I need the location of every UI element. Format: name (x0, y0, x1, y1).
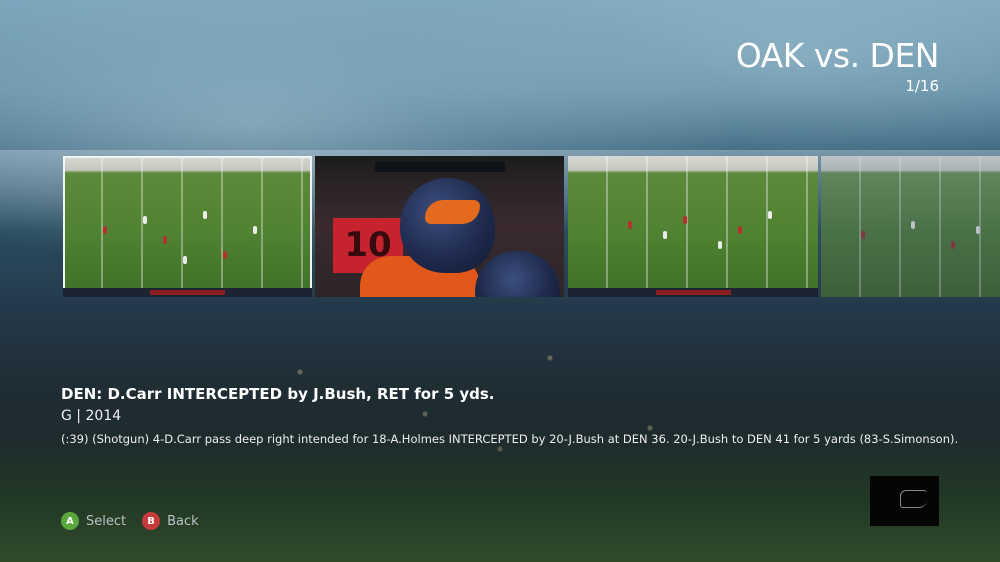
player-marker (718, 241, 722, 249)
player-marker (103, 226, 107, 234)
player-marker (683, 216, 687, 224)
player-marker (628, 221, 632, 229)
highlight-carousel: 10 (63, 156, 1000, 297)
highlight-thumbnail-3[interactable] (568, 156, 818, 297)
select-hint[interactable]: A Select (61, 512, 126, 530)
highlight-thumbnail-1[interactable] (63, 156, 312, 297)
player-marker (163, 236, 167, 244)
player-marker (951, 241, 955, 249)
player-marker (911, 221, 915, 229)
back-label: Back (167, 513, 199, 529)
highlight-thumbnail-4[interactable] (821, 156, 1000, 297)
player-marker (253, 226, 257, 234)
player-marker (203, 211, 207, 219)
player-marker (223, 251, 227, 259)
player-marker (143, 216, 147, 224)
a-button-icon: A (61, 512, 79, 530)
highlight-thumbnail-2[interactable]: 10 (315, 156, 564, 297)
video-preview-window (870, 476, 939, 526)
broncos-helmet (400, 178, 495, 273)
select-label: Select (86, 513, 127, 529)
player-marker (861, 231, 865, 239)
player-marker (663, 231, 667, 239)
play-description: (:39) (Shotgun) 4-D.Carr pass deep right… (61, 432, 959, 446)
score-bug (568, 288, 818, 297)
player-marker (768, 211, 772, 219)
button-hints: A Select B Back (61, 512, 205, 530)
broncos-logo-icon (425, 200, 480, 224)
score-bug (375, 162, 505, 172)
player-marker (976, 226, 980, 234)
play-headline: DEN: D.Carr INTERCEPTED by J.Bush, RET f… (61, 385, 495, 403)
broncos-helmet (475, 251, 560, 297)
score-bug (63, 288, 312, 297)
game-meta: G | 2014 (61, 408, 122, 424)
page-counter: 1/16 (905, 77, 939, 95)
matchup-title: OAK vs. DEN (735, 36, 940, 75)
player-marker (738, 226, 742, 234)
player-marker (183, 256, 187, 264)
b-button-icon: B (142, 512, 161, 530)
back-hint[interactable]: B Back (142, 512, 199, 530)
